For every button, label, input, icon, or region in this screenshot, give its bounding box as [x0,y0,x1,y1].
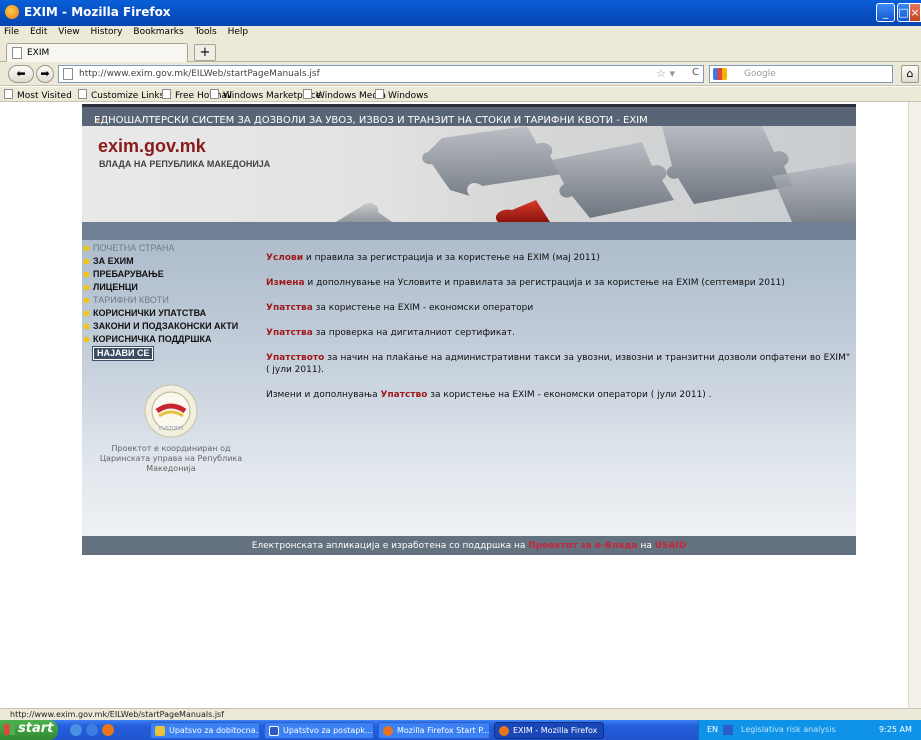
menu-view[interactable]: View [54,26,83,38]
status-bar: http://www.exim.gov.mk/EILWeb/startPageM… [0,708,921,720]
content-link[interactable]: Упатството [266,353,324,363]
site-logo[interactable]: exim.gov.mk [98,136,206,157]
bookmark-icon [78,89,87,99]
firefox-icon[interactable] [102,724,114,736]
bookmark-customize-links[interactable]: Customize Links [78,89,164,101]
menu-edit[interactable]: Edit [26,26,51,38]
bookmark-icon [303,89,312,99]
clock: 9:25 AM [879,725,912,734]
url-text: http://www.exim.gov.mk/EILWeb/startPageM… [79,69,320,79]
taskbar-item-active[interactable]: EXIM - Mozilla Firefox [494,722,604,739]
firefox-icon [499,726,509,736]
language-indicator[interactable]: EN [707,725,718,734]
folder-icon [155,726,165,736]
reload-icon[interactable]: C [692,67,699,78]
bookmark-most-visited[interactable]: Most Visited [4,89,72,101]
content-item: Измени и дополнувања Упатство за користе… [266,390,712,400]
project-note: Проектот е координиран од Царинската упр… [99,444,243,473]
content-link[interactable]: Услови [266,253,303,263]
egov-project-link[interactable]: Проектот за е-Влада [528,541,637,551]
content-link[interactable]: Упатства [266,328,313,338]
tab-exim[interactable]: EXIM [6,43,188,62]
customs-seal-icon: CUSTOMS [144,384,198,438]
bookmark-icon [210,89,219,99]
menu-bar: File Edit View History Bookmarks Tools H… [0,26,921,41]
bookmarks-bar: Most Visited Customize Links Free Hotmai… [0,87,921,102]
nav-licences[interactable]: ЛИЦЕНЦИ [82,282,138,294]
menu-help[interactable]: Help [224,26,253,38]
content-link[interactable]: Упатство [381,390,428,400]
site-top-stripe: » ЕДНОШАЛТЕРСКИ СИСТЕМ ЗА ДОЗВОЛИ ЗА УВОЗ… [82,104,856,126]
page-icon [63,68,73,80]
page-icon [12,47,22,59]
nav-user-support[interactable]: КОРИСНИЧКА ПОДДРШКА [82,334,211,346]
tab-strip: EXIM + [0,41,921,62]
bookmark-icon [4,89,13,99]
quicklaunch-icon[interactable] [70,724,82,736]
tray-text: Legislativa risk analysis [741,725,836,734]
content-item: Измена и дополнување на Условите и прави… [266,278,785,288]
nav-user-manuals[interactable]: КОРИСНИЧКИ УПАТСТВА [82,308,206,320]
system-tray: EN Legislativa risk analysis 9:25 AM [698,720,921,740]
window-titlebar: EXIM - Mozilla Firefox _ □ × [0,0,921,26]
content-item: Упатства за проверка на дигиталниот серт… [266,328,515,338]
menu-file[interactable]: File [0,26,23,38]
maximize-button[interactable]: □ [897,3,909,22]
url-bar[interactable]: http://www.exim.gov.mk/EILWeb/startPageM… [58,65,704,83]
bookmark-windows[interactable]: Windows [375,89,428,101]
content-link[interactable]: Упатства [266,303,313,313]
help-icon[interactable] [723,725,733,735]
content-item: Услови и правила за регистрација и за ко… [266,253,600,263]
window-title: EXIM - Mozilla Firefox [24,5,171,19]
ie-icon[interactable] [86,724,98,736]
site-footer: Електронската апликација е изработена со… [82,536,856,555]
menu-tools[interactable]: Tools [191,26,221,38]
usaid-link[interactable]: USAID [655,541,687,551]
star-icon[interactable]: ☆ ▾ [656,67,675,80]
firefox-icon [5,5,19,19]
content-item: Упатството за начин на плаќање на админи… [266,353,850,375]
taskbar-item[interactable]: Mozilla Firefox Start P... [378,722,490,739]
google-icon [713,68,727,80]
nav-tariff-quotas[interactable]: ТАРИФНИ КВОТИ [82,295,169,307]
back-button[interactable]: ⬅ [8,65,34,83]
bookmark-windows-media[interactable]: Windows Media [303,89,386,101]
forward-button[interactable]: ➡ [36,65,54,83]
content-link[interactable]: Измена [266,278,305,288]
site-sub-bar [82,222,856,240]
content-item: Упатства за користење на EXIM - економск… [266,303,534,313]
navigation-bar: ⬅ ➡ http://www.exim.gov.mk/EILWeb/startP… [0,62,921,86]
start-button[interactable]: start [0,720,58,740]
tab-label: EXIM [27,48,50,58]
windows-taskbar: start Upatsvo za dobitocna... Upatstvo z… [0,720,921,740]
site-top-title: ЕДНОШАЛТЕРСКИ СИСТЕМ ЗА ДОЗВОЛИ ЗА УВОЗ,… [94,115,648,126]
windows-flag-icon [4,724,15,735]
nav-search[interactable]: ПРЕБАРУВАЊЕ [82,269,164,281]
nav-laws[interactable]: ЗАКОНИ И ПОДЗАКОНСКИ АКТИ [82,321,238,333]
word-icon [269,726,279,736]
taskbar-item[interactable]: Upatstvo za postapk... [264,722,374,739]
firefox-icon [383,726,393,736]
minimize-button[interactable]: _ [876,3,895,22]
site-banner: exim.gov.mk ВЛАДА НА РЕПУБЛИКА МАКЕДОНИЈ… [82,126,856,222]
vertical-scrollbar[interactable] [908,102,921,708]
close-button[interactable]: × [909,3,921,22]
site-logo-subtitle: ВЛАДА НА РЕПУБЛИКА МАКЕДОНИЈА [99,159,271,169]
bookmark-icon [375,89,384,99]
nav-about-exim[interactable]: ЗА ЕХИМ [82,256,134,268]
new-tab-button[interactable]: + [194,44,216,61]
taskbar-item[interactable]: Upatsvo za dobitocna... [150,722,260,739]
puzzle-pieces-image [336,126,856,222]
login-button[interactable]: НАЈАВИ СЕ [91,346,155,361]
svg-text:CUSTOMS: CUSTOMS [159,426,184,432]
bookmark-icon [162,89,171,99]
menu-bookmarks[interactable]: Bookmarks [129,26,187,38]
home-icon[interactable]: ⌂ [901,65,919,83]
search-input[interactable]: Google ⌕ [709,65,916,83]
nav-home[interactable]: ПОЧЕТНА СТРАНА [82,243,174,255]
menu-history[interactable]: History [86,26,126,38]
search-placeholder: Google [744,69,776,79]
